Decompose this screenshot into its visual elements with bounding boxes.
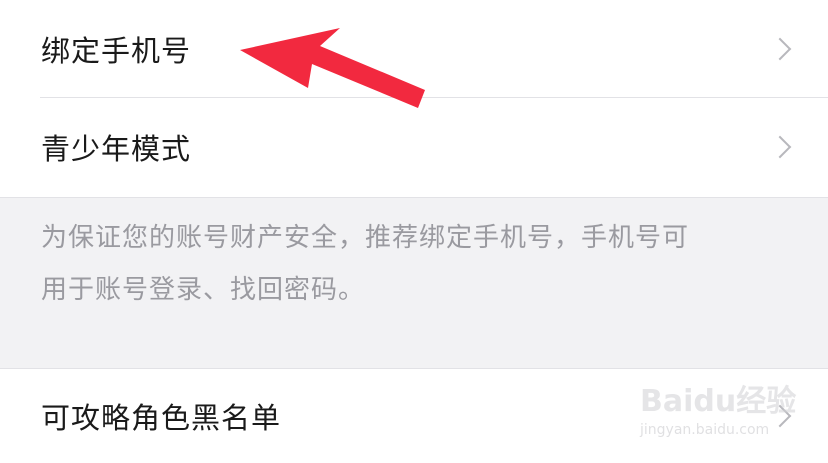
chevron-right-icon (768, 135, 792, 159)
watermark-main-text: Baidu经验 (640, 384, 797, 419)
red-arrow-annotation (240, 28, 425, 108)
chevron-right-icon (768, 37, 792, 61)
security-note-line-1: 为保证您的账号财产安全，推荐绑定手机号，手机号可 (41, 223, 690, 253)
security-note: 为保证您的账号财产安全，推荐绑定手机号，手机号可 用于账号登录、找回密码。 (41, 212, 781, 316)
arrow-shape (240, 28, 425, 108)
baidu-watermark: Baidu经验 jingyan.baidu.com (640, 370, 796, 448)
blacklist-label: 可攻略角色黑名单 (41, 401, 282, 435)
teen-mode-label: 青少年模式 (41, 132, 192, 166)
watermark-sub-text: jingyan.baidu.com (640, 422, 770, 438)
security-note-line-2: 用于账号登录、找回密码。 (41, 275, 366, 305)
bind-phone-label: 绑定手机号 (41, 34, 192, 68)
